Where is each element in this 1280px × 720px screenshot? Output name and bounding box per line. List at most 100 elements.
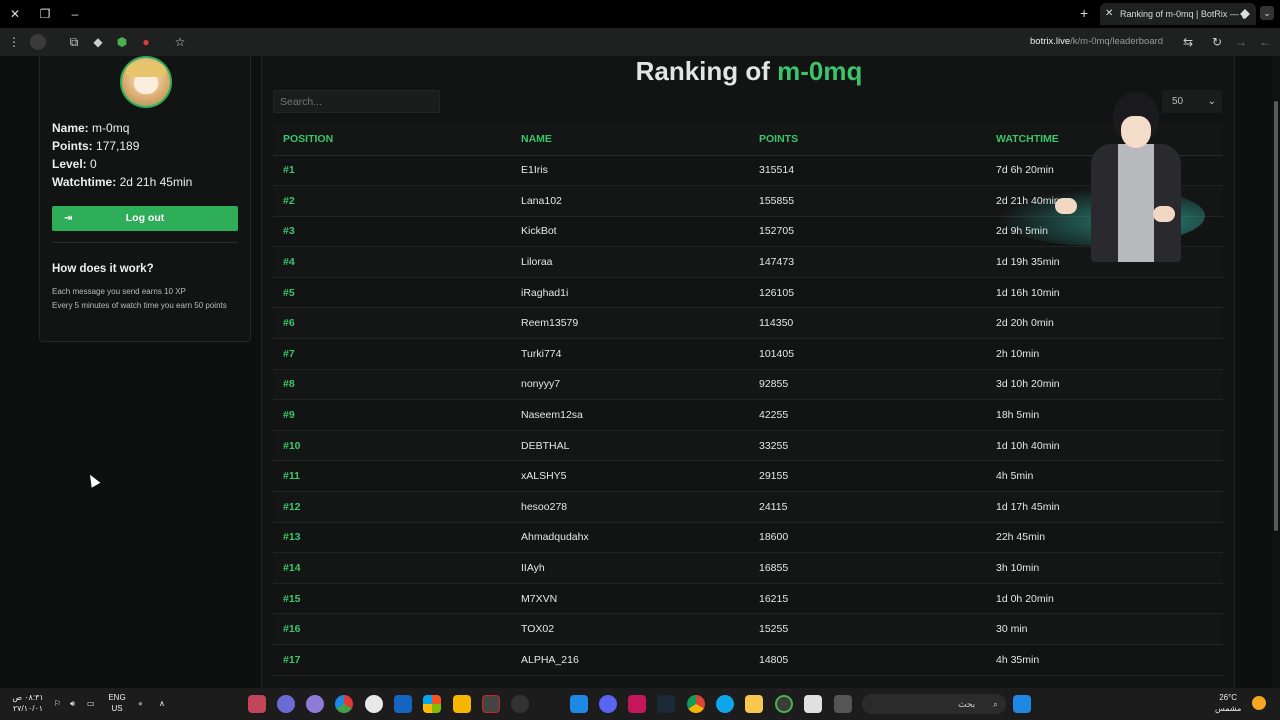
- sun-icon: [1252, 696, 1266, 710]
- app-steelseries-icon[interactable]: [248, 695, 266, 713]
- row-position: #12: [273, 491, 511, 523]
- app-mail-icon[interactable]: [570, 695, 588, 713]
- row-position: #14: [273, 552, 511, 584]
- logout-button[interactable]: ⇥ Log out: [52, 206, 238, 231]
- app-pen-icon[interactable]: [453, 695, 471, 713]
- app-discord-icon[interactable]: [599, 695, 617, 713]
- show-hidden-icons[interactable]: ∧: [159, 698, 165, 709]
- profile-level: Level: 0: [52, 157, 97, 171]
- row-position: #13: [273, 522, 511, 554]
- app-affinity-icon[interactable]: [628, 695, 646, 713]
- app-chrome-icon[interactable]: [687, 695, 705, 713]
- row-name: xALSHY5: [511, 460, 749, 493]
- row-watchtime: 3d 10h 20min: [986, 369, 1223, 401]
- search-input[interactable]: [273, 90, 440, 113]
- minimize-window-icon[interactable]: –: [67, 6, 83, 22]
- start-button-icon[interactable]: [1013, 695, 1031, 713]
- weather-widget[interactable]: 26°C مشمس: [1215, 692, 1241, 714]
- row-name: iRaghad1i: [511, 277, 749, 309]
- row-points: 42255: [749, 399, 986, 431]
- app-blue-icon[interactable]: [394, 695, 412, 713]
- app-browser-active-icon[interactable]: [775, 695, 793, 713]
- table-row: #5 iRaghad1i 126105 1d 16h 10min: [273, 277, 1223, 309]
- reload-icon[interactable]: ↻: [1209, 34, 1225, 50]
- row-watchtime: 18h 5min: [986, 399, 1223, 431]
- row-points: 114350: [749, 307, 986, 340]
- app-wordpress-icon[interactable]: [365, 695, 383, 713]
- row-position: #16: [273, 613, 511, 645]
- browser-tab[interactable]: ✕ Ranking of m-0mq | BotRix — (: [1100, 3, 1256, 25]
- header-points[interactable]: POINTS: [749, 124, 986, 156]
- tab-search-button[interactable]: ⌄: [1260, 6, 1274, 20]
- close-tab-icon[interactable]: ✕: [1105, 3, 1113, 25]
- close-window-icon[interactable]: ✕: [7, 6, 23, 22]
- extension-shield-icon[interactable]: ⬢: [114, 34, 130, 50]
- network-icon[interactable]: ⚐: [54, 698, 61, 709]
- language-indicator[interactable]: ENG US: [106, 692, 128, 714]
- back-icon[interactable]: ←: [1257, 34, 1273, 50]
- row-position: #2: [273, 185, 511, 217]
- header-name[interactable]: NAME: [511, 124, 749, 156]
- app-record-icon[interactable]: [511, 695, 529, 713]
- row-name: M7XVN: [511, 583, 749, 615]
- row-watchtime: 1d 10h 40min: [986, 430, 1223, 462]
- row-position: #7: [273, 338, 511, 370]
- table-row: #8 nonyyy7 92855 3d 10h 20min: [273, 369, 1223, 401]
- row-watchtime: 2d 20h 0min: [986, 307, 1223, 340]
- task-view-icon[interactable]: [834, 695, 852, 713]
- app-microsoft-icon[interactable]: [423, 695, 441, 713]
- app-tor-icon[interactable]: [306, 695, 324, 713]
- extensions-icon[interactable]: ⧉: [66, 34, 82, 50]
- taskbar-search-placeholder: بحث: [958, 699, 976, 709]
- app-steam-icon[interactable]: [657, 695, 675, 713]
- chevron-down-icon: ⌄: [1207, 96, 1216, 107]
- row-points: 126105: [749, 277, 986, 309]
- row-name: Liloraa: [511, 246, 749, 278]
- app-store-icon[interactable]: [804, 695, 822, 713]
- clock[interactable]: ٠٨:٣١ ص ٢٧/١٠/٠١: [10, 692, 46, 714]
- app-edge-icon[interactable]: [716, 695, 734, 713]
- row-points: 33255: [749, 430, 986, 462]
- row-name: Ahmadqudahx: [511, 522, 749, 554]
- table-row: #16 TOX02 15255 30 min: [273, 613, 1223, 645]
- bookmark-star-icon[interactable]: ☆: [172, 34, 188, 50]
- row-position: #10: [273, 430, 511, 462]
- app-launcher-icon[interactable]: [277, 695, 295, 713]
- restore-window-icon[interactable]: ❐: [37, 6, 53, 22]
- table-row: #14 IIAyh 16855 3h 10min: [273, 552, 1223, 584]
- address-bar[interactable]: botrix.live/k/m-0mq/leaderboard: [1030, 34, 1180, 50]
- extension-diamond-icon[interactable]: ◆: [90, 34, 106, 50]
- volume-icon[interactable]: 🔊︎: [70, 698, 75, 709]
- battery-icon[interactable]: ▭: [87, 698, 95, 709]
- app-file-explorer-icon[interactable]: [745, 695, 763, 713]
- row-points: 155855: [749, 185, 986, 217]
- site-settings-icon[interactable]: ⇆: [1180, 34, 1196, 50]
- forward-icon[interactable]: →: [1233, 34, 1249, 50]
- search-icon: ⌕: [992, 699, 998, 709]
- microphone-icon[interactable]: ●: [138, 698, 143, 709]
- vtuber-overlay: [995, 86, 1205, 266]
- menu-icon[interactable]: ⋮: [6, 34, 22, 50]
- extension-red-icon[interactable]: ●: [138, 34, 154, 50]
- url-host: botrix.live: [1030, 36, 1071, 47]
- new-tab-button[interactable]: +: [1080, 6, 1088, 20]
- page-scrollbar[interactable]: [1272, 56, 1280, 688]
- row-position: #1: [273, 155, 511, 187]
- row-position: #5: [273, 277, 511, 309]
- row-watchtime: 22h 45min: [986, 522, 1223, 554]
- header-position[interactable]: POSITION: [273, 124, 511, 156]
- app-epic-icon[interactable]: [482, 695, 500, 713]
- row-position: #3: [273, 216, 511, 248]
- row-name: KickBot: [511, 216, 749, 248]
- profile-icon[interactable]: [30, 34, 46, 50]
- row-position: #17: [273, 644, 511, 676]
- row-watchtime: 4h 35min: [986, 644, 1223, 676]
- divider: [52, 242, 238, 243]
- taskbar-search[interactable]: بحث ⌕: [862, 694, 1006, 714]
- row-points: 24115: [749, 491, 986, 523]
- logout-label: Log out: [125, 212, 165, 224]
- profile-watchtime: Watchtime: 2d 21h 45min: [52, 175, 193, 189]
- app-colorful-icon[interactable]: [335, 695, 353, 713]
- row-points: 16855: [749, 552, 986, 584]
- avatar: [120, 56, 172, 108]
